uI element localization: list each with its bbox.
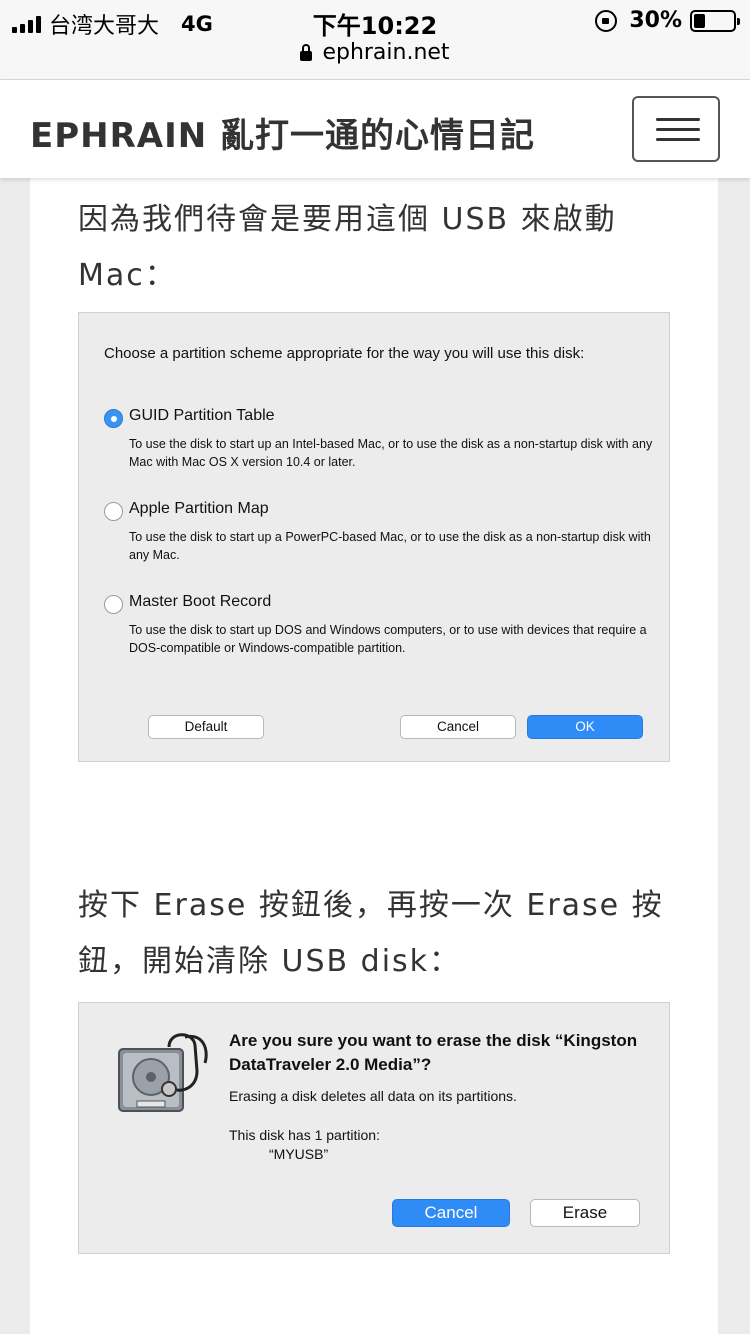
partition-count: This disk has 1 partition: (229, 1127, 380, 1143)
paragraph-boot: 因為我們待會是要用這個 USB 來啟動 Mac： (78, 202, 617, 293)
option-description: To use the disk to start up DOS and Wind… (129, 623, 647, 655)
url-text: ephrain.net (322, 40, 450, 65)
status-bar: 台湾大哥大 4G 下午10:22 30% ephrain.net (0, 0, 750, 80)
menu-button[interactable] (632, 96, 720, 162)
ok-button[interactable]: OK (527, 715, 643, 739)
disk-utility-icon (118, 1033, 208, 1112)
address-bar[interactable]: ephrain.net (0, 40, 750, 65)
rotation-lock-icon (595, 9, 618, 32)
default-button[interactable]: Default (148, 715, 264, 739)
battery-percent: 30% (629, 8, 682, 33)
radio-selected-icon[interactable] (104, 409, 123, 428)
site-header: EPHRAIN 亂打一通的心情日記 (0, 80, 750, 178)
hamburger-line (656, 128, 700, 131)
erase-title: Are you sure you want to erase the disk … (229, 1031, 638, 1074)
article-body: 因為我們待會是要用這個 USB 來啟動 Mac： Choose a partit… (30, 178, 718, 1334)
status-right: 30% (595, 8, 740, 33)
erase-button[interactable]: Erase (530, 1199, 640, 1227)
option-title: Master Boot Record (129, 593, 272, 610)
partition-prompt: Choose a partition scheme appropriate fo… (104, 345, 585, 362)
option-description: To use the disk to start up an Intel-bas… (129, 437, 653, 469)
erase-info: Erasing a disk deletes all data on its p… (229, 1088, 517, 1104)
radio-icon[interactable] (104, 502, 123, 521)
option-title: Apple Partition Map (129, 500, 269, 517)
erase-confirm-dialog: Are you sure you want to erase the disk … (78, 1002, 670, 1254)
cancel-button[interactable]: Cancel (392, 1199, 510, 1227)
padlock-icon (300, 43, 313, 61)
partition-name: “MYUSB” (269, 1146, 329, 1162)
cancel-button[interactable]: Cancel (400, 715, 516, 739)
paragraph-erase: 按下 Erase 按鈕後，再按一次 Erase 按鈕，開始清除 USB disk… (78, 888, 664, 979)
battery-icon (690, 9, 740, 32)
radio-icon[interactable] (104, 595, 123, 614)
hamburger-icon (656, 118, 700, 121)
option-title: GUID Partition Table (129, 407, 275, 424)
hamburger-line (656, 138, 700, 141)
site-title[interactable]: EPHRAIN 亂打一通的心情日記 (30, 108, 535, 157)
partition-scheme-dialog: Choose a partition scheme appropriate fo… (78, 312, 670, 762)
option-description: To use the disk to start up a PowerPC-ba… (129, 530, 651, 562)
